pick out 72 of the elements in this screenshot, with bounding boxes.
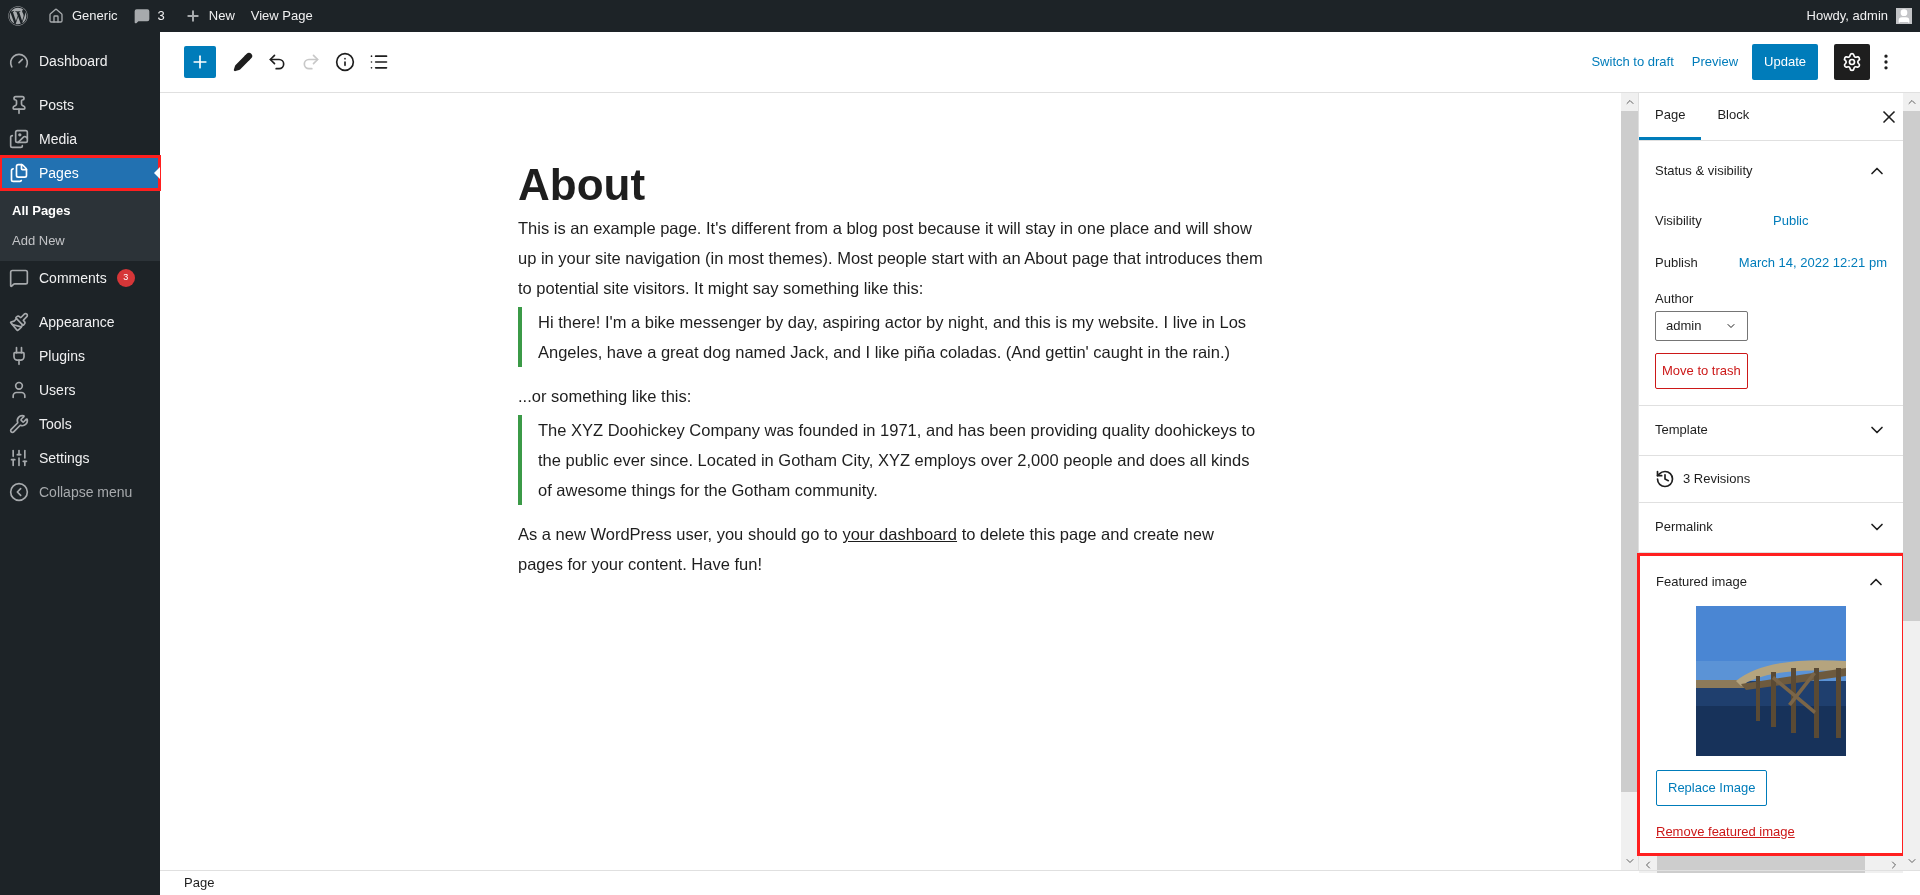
menu-item[interactable]: Users (0, 373, 160, 407)
scrollbar[interactable] (1903, 93, 1920, 870)
info-icon[interactable] (335, 52, 355, 72)
move-to-trash-button[interactable]: Move to trash (1655, 352, 1748, 389)
menu-item[interactable]: Settings (0, 441, 160, 475)
menu-item[interactable]: Media (0, 122, 160, 156)
comment-icon (9, 268, 29, 288)
visibility-label: Visibility (1655, 212, 1703, 231)
breadcrumb-link[interactable]: Page (184, 873, 215, 893)
count-badge: 3 (116, 269, 135, 287)
avatar-icon[interactable] (1896, 8, 1912, 24)
remove-featured-image-link[interactable]: Remove featured image (1656, 823, 1795, 839)
scrollbar-thumb[interactable] (1903, 111, 1920, 621)
submenu-item[interactable]: All Pages (0, 196, 160, 226)
submenu-item[interactable]: Add New (0, 225, 160, 255)
list-view-icon[interactable] (369, 52, 389, 72)
sliders-icon (9, 448, 29, 468)
section-title[interactable]: Template (1655, 420, 1708, 440)
user-icon (9, 380, 29, 400)
section-title[interactable]: Status & visibility (1655, 161, 1753, 181)
paragraph[interactable]: This is an example page. It's different from a blog post because it will stay in one place and will show up in your site navigation (in most themes). Most people start with an About page that introduces them to potential site visitors. It might say something like this: (518, 213, 1263, 304)
quote-block[interactable]: Hi there! I'm a bike messenger by day, aspiring actor by night, and this is my website. I live in Los Angeles, have a great dog named Jack, and I like piña coladas. (And gettin' caught in the rain.) (518, 307, 1263, 368)
history-icon[interactable] (1655, 468, 1675, 489)
section-title[interactable]: Featured image (1656, 571, 1748, 592)
preview-link[interactable]: Preview (1691, 52, 1739, 72)
current-pointer-icon (154, 167, 160, 179)
panel-tab[interactable]: Block (1701, 93, 1766, 140)
plus-icon[interactable] (184, 8, 201, 24)
paintbrush-icon (9, 312, 29, 332)
menu-item[interactable]: Plugins (0, 339, 160, 373)
page-title[interactable]: About (518, 161, 1263, 210)
pin-icon (9, 95, 29, 115)
site-name-link[interactable]: Generic (72, 6, 118, 26)
revisions-link[interactable]: 3 Revisions (1683, 468, 1751, 489)
dashboard-icon (9, 51, 29, 71)
comment-count[interactable]: 3 (157, 6, 165, 26)
menu-item[interactable]: Posts (0, 88, 160, 122)
menu-item[interactable]: Comments 3 (0, 261, 160, 295)
menu-item[interactable]: Collapse menu (0, 475, 160, 509)
paragraph[interactable]: As a new WordPress user, you should go to your dashboard to delete this page and create new pages for your content. Have fun! (518, 519, 1263, 580)
publish-date-link[interactable]: March 14, 2022 12:21 pm (1738, 253, 1887, 273)
quote-block[interactable]: The XYZ Doohickey Company was founded in 1971, and has been providing quality doohickeys to the public ever since. Located in Gotham City, XYZ employs over 2,000 people and does all kinds of awesome things for the Gotham community. (518, 415, 1263, 506)
author-select[interactable]: admin (1655, 310, 1748, 341)
paragraph[interactable]: ...or something like this: (518, 381, 1263, 412)
comment-icon[interactable] (133, 8, 150, 24)
publish-label: Publish (1655, 254, 1698, 273)
new-link[interactable]: New (208, 6, 235, 26)
greeting-link[interactable]: Howdy, admin (1806, 6, 1888, 26)
collapse-icon (9, 482, 29, 502)
visibility-link[interactable]: Public (1773, 211, 1809, 231)
undo-icon[interactable] (267, 52, 287, 72)
menu-item[interactable]: Pages (0, 156, 160, 190)
home-icon[interactable] (48, 8, 64, 24)
add-block-button[interactable] (184, 46, 216, 78)
menu-item[interactable]: Tools (0, 407, 160, 441)
wordpress-logo-icon[interactable] (8, 6, 28, 26)
settings-button[interactable] (1834, 44, 1870, 80)
menu-item[interactable]: Appearance (0, 305, 160, 339)
media-icon (9, 129, 29, 149)
settings-icon (1842, 52, 1862, 72)
replace-image-button[interactable]: Replace Image (1656, 769, 1768, 806)
switch-to-draft-link[interactable]: Switch to draft (1591, 52, 1674, 72)
wrench-icon (9, 414, 29, 434)
update-button[interactable]: Update (1752, 44, 1818, 80)
dashboard-link[interactable]: your dashboard (842, 525, 958, 544)
section-title[interactable]: Permalink (1655, 517, 1713, 537)
view-page-link[interactable]: View Page (250, 6, 313, 26)
pencil-icon[interactable] (233, 52, 253, 72)
panel-tab[interactable]: Page (1639, 93, 1702, 140)
menu-item[interactable]: Dashboard (0, 44, 160, 78)
author-label: Author (1655, 290, 1695, 308)
pages-icon (9, 163, 29, 183)
